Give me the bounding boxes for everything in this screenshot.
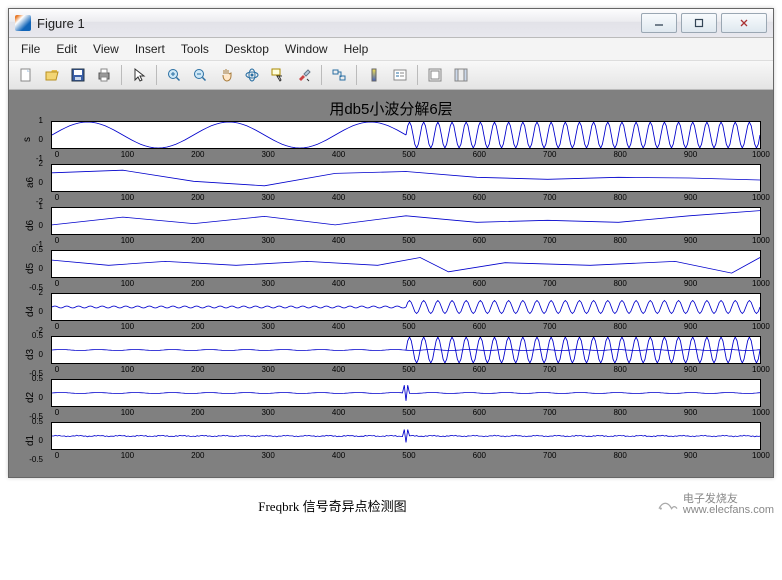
brush-icon[interactable]: [292, 63, 316, 87]
minimize-button[interactable]: [641, 13, 677, 33]
menu-window[interactable]: Window: [277, 40, 336, 58]
pan-icon[interactable]: [214, 63, 238, 87]
zoom-out-icon[interactable]: [188, 63, 212, 87]
axes[interactable]: [51, 250, 761, 278]
ylabel: s: [22, 137, 33, 142]
axes[interactable]: [51, 121, 761, 149]
xticks: 01002003004005006007008009001000: [51, 193, 761, 202]
ylabel: d2: [25, 392, 36, 403]
ylabel: d1: [25, 435, 36, 446]
figure-title: 用db5小波分解6层: [21, 98, 761, 119]
xticks: 01002003004005006007008009001000: [51, 408, 761, 417]
ylabel: d5: [25, 263, 36, 274]
legend-icon[interactable]: [388, 63, 412, 87]
close-button[interactable]: [721, 13, 767, 33]
zoom-in-icon[interactable]: [162, 63, 186, 87]
show-plot-tools-icon[interactable]: [449, 63, 473, 87]
menu-view[interactable]: View: [85, 40, 127, 58]
subplot-d4: d4-20201002003004005006007008009001000: [51, 293, 761, 331]
figure-window: Figure 1 File Edit View Insert Tools Des…: [8, 8, 774, 478]
axes[interactable]: [51, 422, 761, 450]
caption-text: Freqbrk 信号奇异点检测图: [8, 496, 657, 515]
menu-desktop[interactable]: Desktop: [217, 40, 277, 58]
link-icon[interactable]: [327, 63, 351, 87]
maximize-button[interactable]: [681, 13, 717, 33]
xticks: 01002003004005006007008009001000: [51, 322, 761, 331]
axes[interactable]: [51, 207, 761, 235]
pointer-icon[interactable]: [127, 63, 151, 87]
subplot-d5: d5-0.500.5010020030040050060070080090010…: [51, 250, 761, 288]
ylabel: d3: [25, 349, 36, 360]
menu-insert[interactable]: Insert: [127, 40, 173, 58]
print-icon[interactable]: [92, 63, 116, 87]
axes[interactable]: [51, 164, 761, 192]
menu-help[interactable]: Help: [336, 40, 377, 58]
xticks: 01002003004005006007008009001000: [51, 150, 761, 159]
ylabel: d4: [25, 306, 36, 317]
subplot-a6: a6-20201002003004005006007008009001000: [51, 164, 761, 202]
subplot-d3: d3-0.500.5010020030040050060070080090010…: [51, 336, 761, 374]
subplot-d2: d2-0.500.5010020030040050060070080090010…: [51, 379, 761, 417]
subplot-s: s-10101002003004005006007008009001000: [51, 121, 761, 159]
colorbar-icon[interactable]: [362, 63, 386, 87]
watermark: 电子发烧友 www.elecfans.com: [657, 494, 774, 516]
toolbar: [9, 61, 773, 90]
xticks: 01002003004005006007008009001000: [51, 365, 761, 374]
datacursor-icon[interactable]: [266, 63, 290, 87]
open-icon[interactable]: [40, 63, 64, 87]
axes[interactable]: [51, 293, 761, 321]
rotate3d-icon[interactable]: [240, 63, 264, 87]
xticks: 01002003004005006007008009001000: [51, 451, 761, 460]
hide-plot-tools-icon[interactable]: [423, 63, 447, 87]
menubar: File Edit View Insert Tools Desktop Wind…: [9, 38, 773, 61]
subplot-d1: d1-0.500.5010020030040050060070080090010…: [51, 422, 761, 460]
watermark-line2: www.elecfans.com: [683, 505, 774, 516]
subplot-d6: d6-10101002003004005006007008009001000: [51, 207, 761, 245]
ylabel: d6: [25, 220, 36, 231]
new-figure-icon[interactable]: [14, 63, 38, 87]
window-title: Figure 1: [37, 16, 85, 31]
menu-tools[interactable]: Tools: [173, 40, 217, 58]
xticks: 01002003004005006007008009001000: [51, 236, 761, 245]
figure-area: 用db5小波分解6层 s-101010020030040050060070080…: [9, 90, 773, 477]
menu-edit[interactable]: Edit: [48, 40, 85, 58]
xticks: 01002003004005006007008009001000: [51, 279, 761, 288]
axes[interactable]: [51, 379, 761, 407]
matlab-icon: [15, 15, 31, 31]
save-icon[interactable]: [66, 63, 90, 87]
ylabel: a6: [25, 177, 36, 188]
axes[interactable]: [51, 336, 761, 364]
titlebar[interactable]: Figure 1: [9, 9, 773, 38]
menu-file[interactable]: File: [13, 40, 48, 58]
